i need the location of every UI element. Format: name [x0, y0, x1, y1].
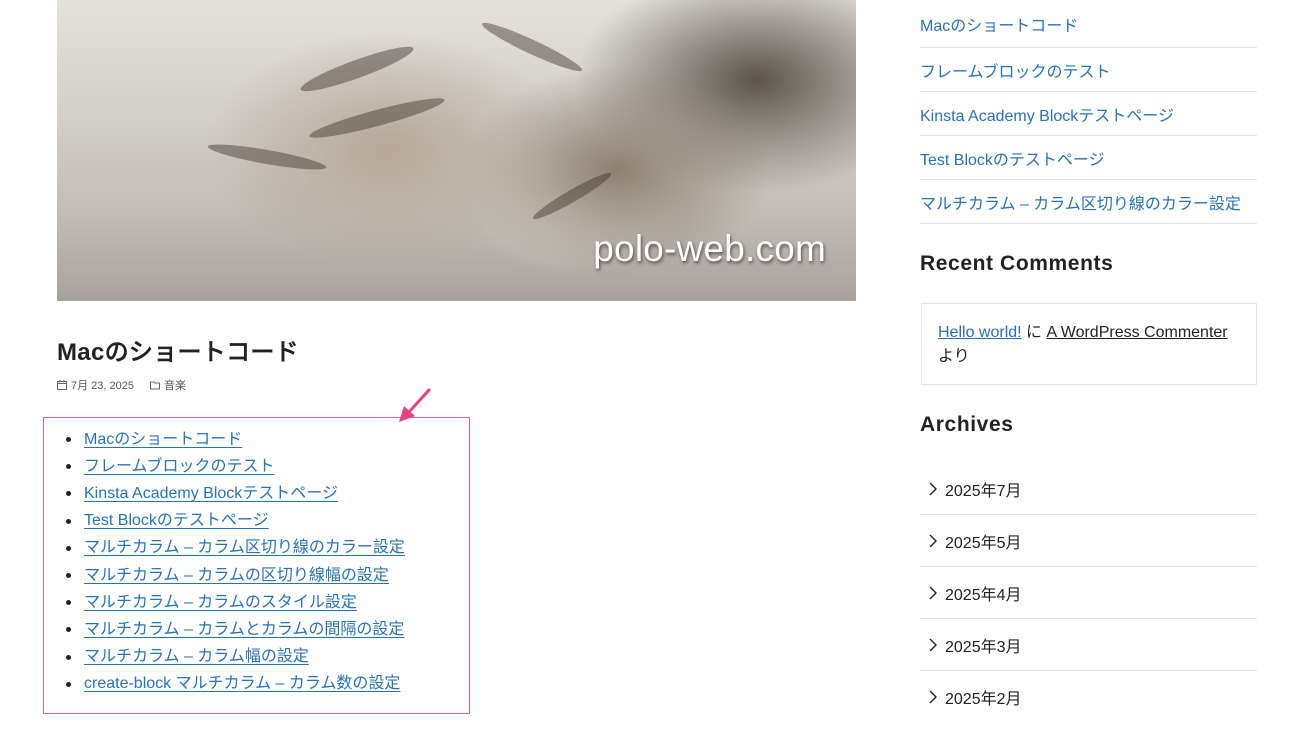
- archive-item[interactable]: 2025年2月: [920, 671, 1257, 723]
- archive-item[interactable]: 2025年5月: [920, 515, 1257, 567]
- post-meta: 7月 23, 2025 音楽: [57, 377, 186, 393]
- archive-label: 2025年7月: [945, 482, 1022, 500]
- list-item: Test Blockのテストページ: [66, 508, 405, 535]
- archives-title: Archives: [920, 413, 1014, 436]
- sidebar: Macのショートコード フレームブロックのテスト Kinsta Academy …: [920, 0, 1257, 224]
- list-item: Kinsta Academy Blockテストページ: [66, 480, 405, 507]
- list-item: create-block マルチカラム – カラム数の設定: [66, 671, 405, 698]
- recent-posts-list: Macのショートコード フレームブロックのテスト Kinsta Academy …: [920, 0, 1257, 224]
- archive-label: 2025年3月: [945, 638, 1022, 656]
- image-detail: [479, 17, 585, 77]
- archives-list: 2025年7月 2025年5月 2025年4月 2025年3月 2025年2月: [920, 463, 1257, 723]
- archive-label: 2025年4月: [945, 586, 1022, 604]
- post-link[interactable]: マルチカラム – カラム幅の設定: [84, 649, 309, 665]
- chevron-right-icon: [929, 586, 937, 599]
- post-link[interactable]: フレームブロックのテスト: [84, 458, 275, 475]
- chevron-right-icon: [929, 482, 937, 495]
- chevron-right-icon: [929, 690, 937, 704]
- image-detail: [307, 92, 447, 144]
- post-link[interactable]: Macのショートコード: [84, 431, 242, 448]
- arrow-icon: [399, 388, 431, 422]
- bullet: [66, 491, 71, 497]
- recent-post-item[interactable]: フレームブロックのテスト: [920, 48, 1257, 92]
- list-item: マルチカラム – カラムとカラムの間隔の設定: [66, 616, 405, 643]
- recent-post-item[interactable]: マルチカラム – カラム区切り線のカラー設定: [920, 180, 1257, 224]
- recent-post-item[interactable]: Kinsta Academy Blockテストページ: [920, 92, 1257, 136]
- bullet: [66, 654, 71, 660]
- bullet: [66, 681, 71, 687]
- image-detail: [206, 139, 328, 175]
- post-link[interactable]: Kinsta Academy Blockテストページ: [84, 485, 338, 502]
- archive-item[interactable]: 2025年7月: [920, 463, 1257, 515]
- chevron-right-icon: [929, 534, 937, 547]
- folder-icon: [150, 381, 160, 390]
- recent-comments-title: Recent Comments: [920, 252, 1114, 275]
- post-date[interactable]: 7月 23, 2025: [71, 377, 134, 393]
- image-detail: [297, 40, 417, 98]
- image-detail: [530, 168, 614, 224]
- comment-connector: に: [1026, 324, 1043, 341]
- calendar-icon: [57, 380, 67, 390]
- comment-post-link[interactable]: Hello world!: [938, 324, 1022, 341]
- bullet: [66, 600, 71, 606]
- post-category[interactable]: 音楽: [164, 377, 186, 393]
- image-watermark: polo-web.com: [593, 228, 826, 269]
- list-item: フレームブロックのテスト: [66, 453, 405, 480]
- chevron-right-icon: [929, 638, 937, 651]
- list-item: マルチカラム – カラム幅の設定: [66, 644, 405, 671]
- comment-author-link[interactable]: A WordPress Commenter: [1047, 324, 1228, 341]
- post-link-list: Macのショートコード フレームブロックのテスト Kinsta Academy …: [66, 426, 405, 698]
- list-item: Macのショートコード: [66, 426, 405, 453]
- post-link[interactable]: Test Blockのテストページ: [84, 513, 269, 529]
- list-item: マルチカラム – カラム区切り線のカラー設定: [66, 535, 405, 562]
- bullet: [66, 518, 71, 524]
- post-link[interactable]: マルチカラム – カラムとカラムの間隔の設定: [84, 621, 404, 638]
- bullet: [66, 464, 71, 470]
- recent-post-item[interactable]: Test Blockのテストページ: [920, 136, 1257, 180]
- recent-comment: Hello world! に A WordPress Commenter より: [921, 303, 1257, 385]
- bullet: [66, 545, 71, 551]
- post-title: Macのショートコード: [57, 339, 299, 366]
- archive-label: 2025年2月: [945, 691, 1022, 708]
- bullet: [66, 437, 71, 443]
- post-link[interactable]: マルチカラム – カラムのスタイル設定: [84, 594, 357, 611]
- list-item: マルチカラム – カラムのスタイル設定: [66, 589, 405, 616]
- bullet: [66, 573, 71, 579]
- post-link[interactable]: マルチカラム – カラムの区切り線幅の設定: [84, 567, 389, 584]
- archive-item[interactable]: 2025年3月: [920, 619, 1257, 671]
- recent-post-item[interactable]: Macのショートコード: [920, 0, 1257, 48]
- bullet: [66, 627, 71, 633]
- archive-item[interactable]: 2025年4月: [920, 567, 1257, 619]
- post-link[interactable]: create-block マルチカラム – カラム数の設定: [84, 676, 400, 692]
- featured-image: polo-web.com: [57, 0, 856, 301]
- list-item: マルチカラム – カラムの区切り線幅の設定: [66, 562, 405, 589]
- post-link[interactable]: マルチカラム – カラム区切り線のカラー設定: [84, 540, 405, 556]
- comment-suffix: より: [938, 348, 970, 365]
- archive-label: 2025年5月: [945, 534, 1022, 552]
